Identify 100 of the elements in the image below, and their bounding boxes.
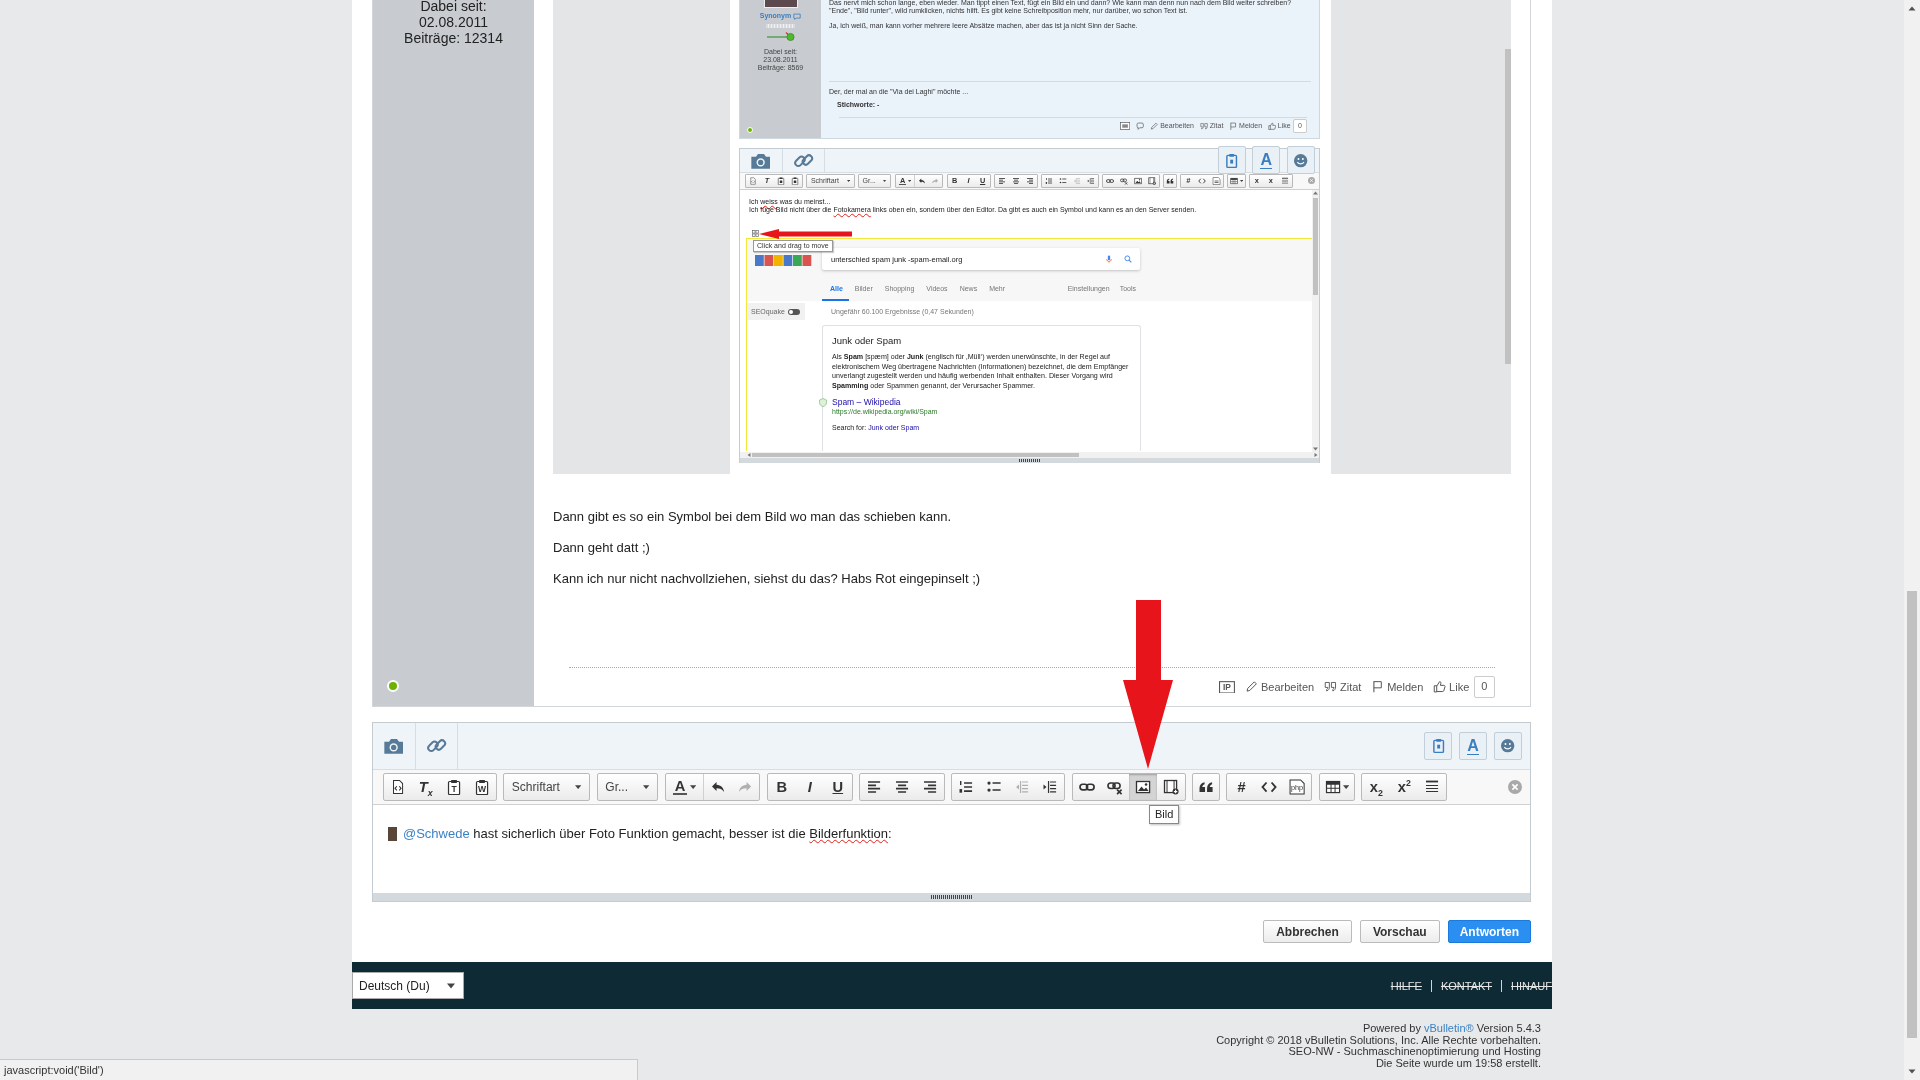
search-icon[interactable]: [1124, 255, 1132, 263]
result-link[interactable]: Spam – Wikipedia: [832, 397, 901, 409]
post-count: Beiträge: 12314: [404, 30, 503, 46]
avatar-image: [763, 0, 798, 8]
scrollbar-thumb[interactable]: [1313, 198, 1318, 295]
image-icon: [1134, 176, 1143, 185]
quote-button[interactable]: Zitat: [1324, 680, 1362, 694]
joined-date: 02.08.2011: [417, 14, 489, 30]
paste-word-button[interactable]: W: [467, 774, 496, 801]
status-bar-url: javascript:void('Bild'): [0, 1059, 638, 1080]
help-link[interactable]: HILFE: [1390, 979, 1422, 992]
image-button[interactable]: [1128, 774, 1157, 801]
colored-tiles-logo: [755, 255, 812, 266]
language-select[interactable]: Deutsch (Du): [352, 972, 464, 999]
ip-icon[interactable]: IP: [1219, 680, 1236, 694]
microphone-icon: [1106, 254, 1112, 264]
move-handle-icon[interactable]: [752, 230, 759, 237]
undo-icon: [917, 176, 926, 185]
smiley-icon: [1499, 738, 1516, 754]
italic-button[interactable]: I: [795, 774, 824, 801]
caret-icon: [846, 179, 850, 182]
credits-text: Powered by vBulletin® Version 5.4.3: [1361, 1023, 1541, 1035]
report-button[interactable]: Melden: [1371, 680, 1424, 694]
quote-icon: [1324, 680, 1338, 694]
caret-icon: [643, 784, 650, 790]
text-style-button[interactable]: A: [1252, 146, 1281, 175]
cancel-button[interactable]: Abbrechen: [1263, 920, 1352, 943]
outdent-icon: [1014, 779, 1031, 796]
close-icon[interactable]: [1508, 780, 1523, 795]
php-button[interactable]: [1209, 174, 1224, 187]
thumbs-up-icon: [1433, 680, 1447, 694]
remove-format-button[interactable]: T$_{x}$: [411, 774, 440, 801]
smiley-icon: [1293, 152, 1309, 168]
numbered-list-icon: [958, 779, 975, 796]
toggle-switch[interactable]: [787, 308, 800, 315]
powered-by-link[interactable]: vBulletin®: [1424, 1022, 1474, 1034]
smiley-button[interactable]: [1493, 732, 1522, 760]
image-icon: [1134, 779, 1151, 796]
text-style-button[interactable]: A: [1458, 732, 1487, 760]
like-count: 0: [1473, 676, 1495, 698]
underline-button[interactable]: U: [823, 774, 852, 801]
align-center-icon: [894, 779, 911, 796]
smiley-button[interactable]: [1286, 146, 1315, 175]
scroll-right-arrow-icon[interactable]: [1313, 452, 1319, 458]
indent-icon: [1042, 779, 1059, 796]
pencil-icon: [1150, 121, 1159, 131]
clipboard-icon: T: [445, 779, 462, 796]
joined-label: Dabei seit:: [419, 0, 488, 14]
post-paragraph: Dann gibt es so ein Symbol bei dem Bild wo man das schieben kann.: [553, 508, 953, 526]
caret-icon: [1342, 784, 1349, 790]
resize-handle[interactable]: [931, 894, 972, 900]
editor-text-area[interactable]: @Schwede hast sicherlich über Foto Funktion gemacht, besser ist die Bilderfunktion:: [373, 824, 1530, 894]
table-button[interactable]: [1318, 773, 1355, 802]
code-icon: [1198, 176, 1207, 185]
quote-button[interactable]: [1163, 173, 1178, 188]
credits-text: Die Seite wurde um 19:58 erstellt.: [1374, 1058, 1541, 1070]
reputation-icon: [765, 31, 796, 41]
speech-bubble-icon[interactable]: [1136, 121, 1145, 131]
bold-button[interactable]: B: [767, 774, 796, 801]
text-color-button[interactable]: A: [665, 774, 704, 801]
clipboard-icon: [790, 176, 799, 185]
paste-text-button[interactable]: T: [439, 774, 468, 801]
ip-icon[interactable]: [1120, 121, 1131, 130]
caret-icon: [883, 179, 887, 182]
preview-button[interactable]: Vorschau: [1359, 920, 1440, 943]
post-paragraph: Kann ich nur nicht nachvollziehen, siehst du das? Habs Rot eingepinselt ;): [553, 570, 982, 588]
scrollbar-thumb[interactable]: [1907, 591, 1917, 1038]
mention-link[interactable]: @Schwede: [403, 826, 470, 842]
flag-icon: [1371, 680, 1385, 694]
scroll-left-arrow-icon[interactable]: [746, 452, 752, 458]
subscript-button[interactable]: x$_{2}$: [1362, 774, 1391, 801]
align-right-icon: [922, 779, 939, 796]
bulleted-list-icon: [1058, 176, 1067, 185]
align-left-icon: [866, 779, 883, 796]
unlink-icon: [1106, 779, 1123, 796]
dropdown-button[interactable]: Gr...: [596, 773, 659, 802]
pencil-icon: [1245, 680, 1259, 694]
link-icon: [1106, 176, 1115, 185]
redo-icon: [931, 176, 940, 185]
align-center-icon: [1011, 176, 1020, 185]
scrollbar-thumb[interactable]: [752, 453, 1079, 457]
back-to-top-link[interactable]: HINAUF: [1501, 979, 1552, 992]
edit-button[interactable]: Bearbeiten: [1245, 680, 1315, 694]
source-document-icon: [748, 176, 757, 185]
quote-icon: [1199, 121, 1208, 131]
post-paragraph: Dann geht datt ;): [553, 539, 651, 557]
scrollbar-thumb[interactable]: [1505, 49, 1511, 364]
dropdown-button[interactable]: Schriftart: [503, 773, 591, 802]
php-document-icon: [1211, 176, 1221, 185]
contact-link[interactable]: KONTAKT: [1430, 979, 1493, 992]
video-icon: [1148, 176, 1157, 185]
superscript-button[interactable]: x$^{2}$: [1390, 774, 1419, 801]
like-button[interactable]: Like: [1433, 680, 1470, 694]
scroll-up-arrow-icon[interactable]: [1312, 190, 1319, 196]
resize-handle[interactable]: [1019, 459, 1040, 462]
clipboard-button[interactable]: [1424, 732, 1453, 760]
align-right-icon: [1025, 176, 1034, 185]
clipboard-button[interactable]: [1217, 146, 1246, 175]
quote-button[interactable]: [1191, 773, 1220, 802]
hashtag-button[interactable]: #: [1227, 774, 1256, 801]
